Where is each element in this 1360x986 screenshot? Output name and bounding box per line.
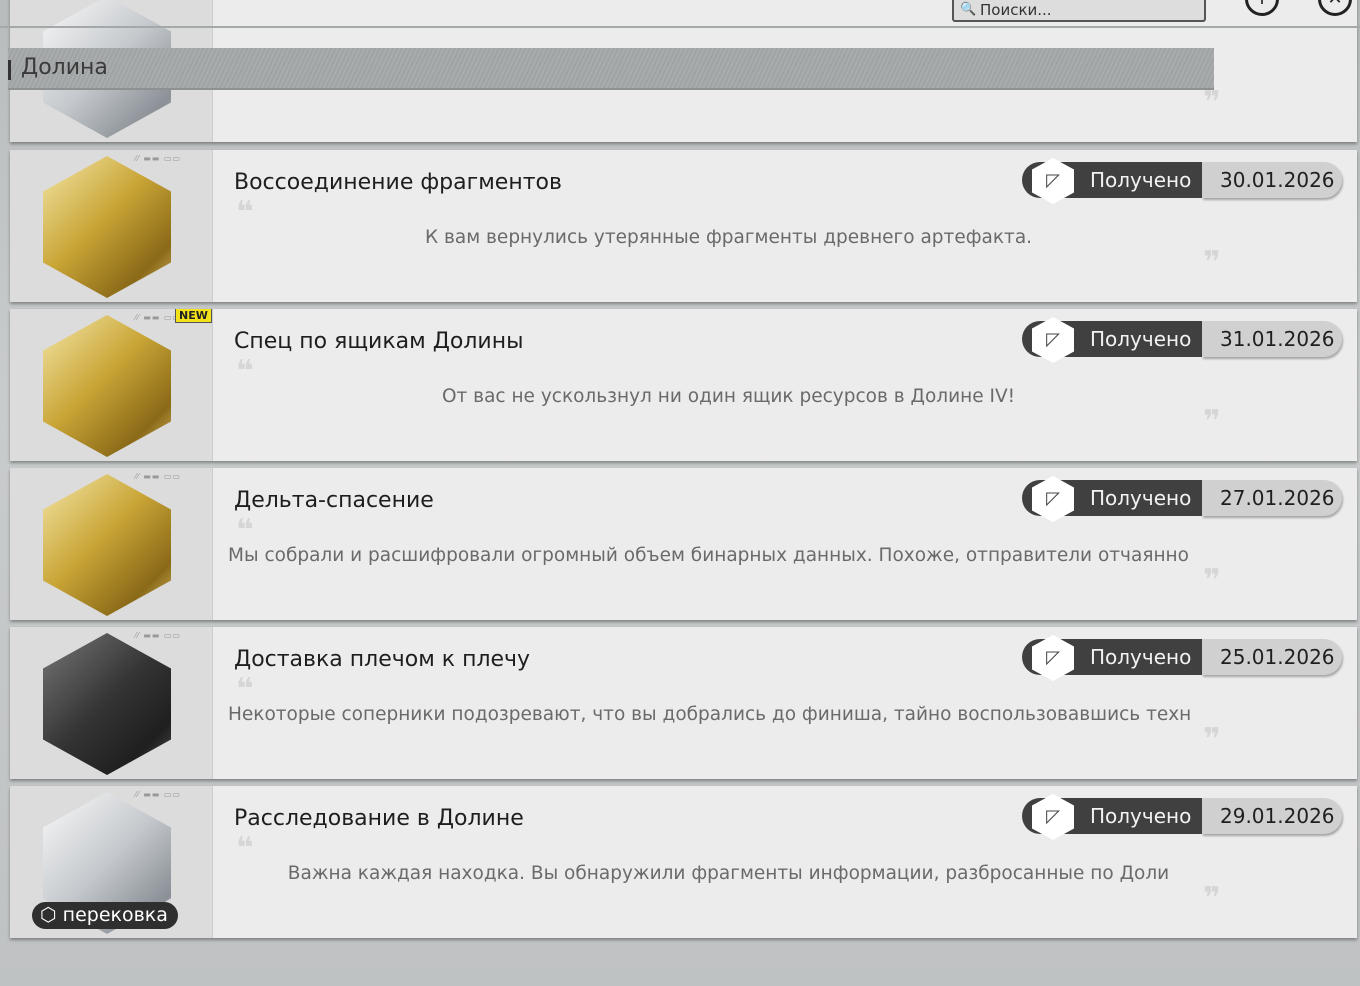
date-text: 31.01.2026 — [1220, 327, 1335, 351]
achievement-emblem — [43, 315, 171, 457]
quote-open-icon: ❝ — [236, 195, 254, 230]
status-text: Получено — [1090, 327, 1192, 351]
reforge-label: перековка — [62, 904, 168, 926]
decor-marks: ⁄⁄ ▬▬ ▭▭ — [135, 790, 181, 799]
achievement-title: Расследование в Долине — [234, 806, 524, 831]
status-text: Получено — [1090, 645, 1192, 669]
achievement-title: Доставка плечом к плечу — [234, 647, 531, 672]
section-title: Долина — [21, 55, 108, 80]
achievement-card[interactable]: ⁄⁄ ▬▬ ▭▭ Воссоединение фрагментов ❝ К ва… — [10, 150, 1357, 302]
decor-marks: ⁄⁄ ▬▬ ▭▭ — [135, 631, 181, 640]
status-badge: ◸ Получено 27.01.2026 — [1022, 476, 1344, 522]
achievement-card[interactable]: ⁄⁄ ▬▬ ▭▭ NEW Спец по ящикам Долины ❝ От … — [10, 309, 1357, 461]
badge-area: ⁄⁄ ▬▬ ▭▭ — [10, 150, 213, 302]
status-badge: ◸ Получено 30.01.2026 — [1022, 158, 1344, 204]
reforge-button[interactable]: ⬡ перековка — [32, 902, 178, 929]
section-marker — [8, 60, 11, 80]
quote-close-icon: ❞ — [1203, 563, 1221, 598]
achievement-description: Мы собрали и расшифровали огромный объем… — [228, 545, 1189, 566]
new-badge: NEW — [175, 309, 212, 323]
quote-open-icon: ❝ — [236, 672, 254, 707]
quote-close-icon: ❞ — [1203, 404, 1221, 439]
quote-close-icon: ❞ — [1203, 245, 1221, 280]
date-text: 30.01.2026 — [1220, 168, 1335, 192]
info-icon[interactable]: i — [1245, 0, 1279, 16]
achievement-description: Важна каждая находка. Вы обнаружили фраг… — [287, 863, 1170, 884]
badge-area: ⁄⁄ ▬▬ ▭▭ — [10, 627, 213, 779]
status-text: Получено — [1090, 486, 1192, 510]
status-text: Получено — [1090, 168, 1192, 192]
achievement-card[interactable]: ⁄⁄ ▬▬ ▭▭ ⬡ перековка Расследование в Дол… — [10, 786, 1357, 938]
search-placeholder: Поиски... — [980, 1, 1052, 19]
achievement-emblem — [43, 633, 171, 775]
reforge-icon: ⬡ — [40, 904, 63, 926]
search-input[interactable]: 🔍 Поиски... — [952, 0, 1206, 22]
decor-marks: ⁄⁄ ▬▬ ▭▭ — [135, 154, 181, 163]
decor-marks: ⁄⁄ ▬▬ ▭▭ — [135, 472, 181, 481]
date-text: 25.01.2026 — [1220, 645, 1335, 669]
achievement-card[interactable]: ⁄⁄ ▬▬ ▭▭ Доставка плечом к плечу ❝ Некот… — [10, 627, 1357, 779]
section-header: Долина — [8, 48, 1214, 90]
achievement-description: К вам вернулись утерянные фрагменты древ… — [424, 227, 1033, 248]
date-text: 27.01.2026 — [1220, 486, 1335, 510]
close-icon[interactable]: ✕ — [1318, 0, 1352, 16]
quote-open-icon: ❝ — [236, 513, 254, 548]
quote-close-icon: ❞ — [1203, 881, 1221, 916]
badge-area: ⁄⁄ ▬▬ ▭▭ NEW — [10, 309, 213, 461]
achievement-description: От вас не ускользнул ни один ящик ресурс… — [441, 386, 1016, 407]
status-badge: ◸ Получено 31.01.2026 — [1022, 317, 1344, 363]
achievement-emblem — [43, 474, 171, 616]
quote-open-icon: ❝ — [236, 354, 254, 389]
date-text: 29.01.2026 — [1220, 804, 1335, 828]
achievement-title: Дельта-спасение — [234, 488, 434, 513]
achievement-title: Спец по ящикам Долины — [234, 329, 524, 354]
quote-close-icon: ❞ — [1203, 722, 1221, 757]
status-badge: ◸ Получено 29.01.2026 — [1022, 794, 1344, 840]
quote-open-icon: ❝ — [236, 831, 254, 866]
achievement-emblem — [43, 156, 171, 298]
status-badge: ◸ Получено 25.01.2026 — [1022, 635, 1344, 681]
achievement-description: Некоторые соперники подозревают, что вы … — [228, 704, 1192, 725]
quote-close-icon: ❞ — [1203, 85, 1221, 120]
badge-area: ⁄⁄ ▬▬ ▭▭ — [10, 468, 213, 620]
achievement-title: Воссоединение фрагментов — [234, 170, 562, 195]
achievement-card[interactable]: ⁄⁄ ▬▬ ▭▭ Дельта-спасение ❝ Мы собрали и … — [10, 468, 1357, 620]
badge-area: ⁄⁄ ▬▬ ▭▭ ⬡ перековка — [10, 786, 213, 938]
search-icon: 🔍 — [960, 2, 977, 17]
status-text: Получено — [1090, 804, 1192, 828]
top-bar: 🔍Поиски... i ✕ — [0, 0, 1360, 28]
